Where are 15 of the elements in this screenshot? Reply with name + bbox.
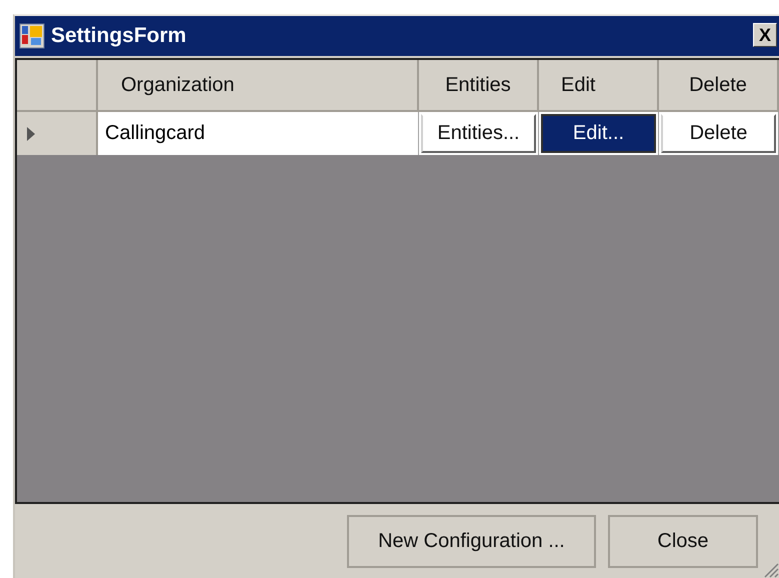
window-close-button[interactable]: X	[753, 23, 777, 47]
dialog-button[interactable]: New Configuration ...	[347, 515, 596, 568]
app-icon	[19, 23, 45, 49]
column-header[interactable]: Edit	[539, 60, 659, 112]
grid-button[interactable]: Edit...	[541, 114, 656, 153]
grid-button[interactable]: Entities...	[421, 114, 536, 153]
window-title: SettingsForm	[51, 24, 186, 48]
table-cell: Callingcard	[98, 112, 419, 155]
grid-button[interactable]: Delete	[661, 114, 776, 153]
current-row-icon	[27, 126, 35, 140]
dialog-button[interactable]: Close	[608, 515, 758, 568]
column-header[interactable]: Delete	[659, 60, 779, 112]
column-header[interactable]: Organization	[98, 60, 419, 112]
column-header[interactable]: Entities	[419, 60, 539, 112]
row-header[interactable]	[17, 112, 98, 155]
